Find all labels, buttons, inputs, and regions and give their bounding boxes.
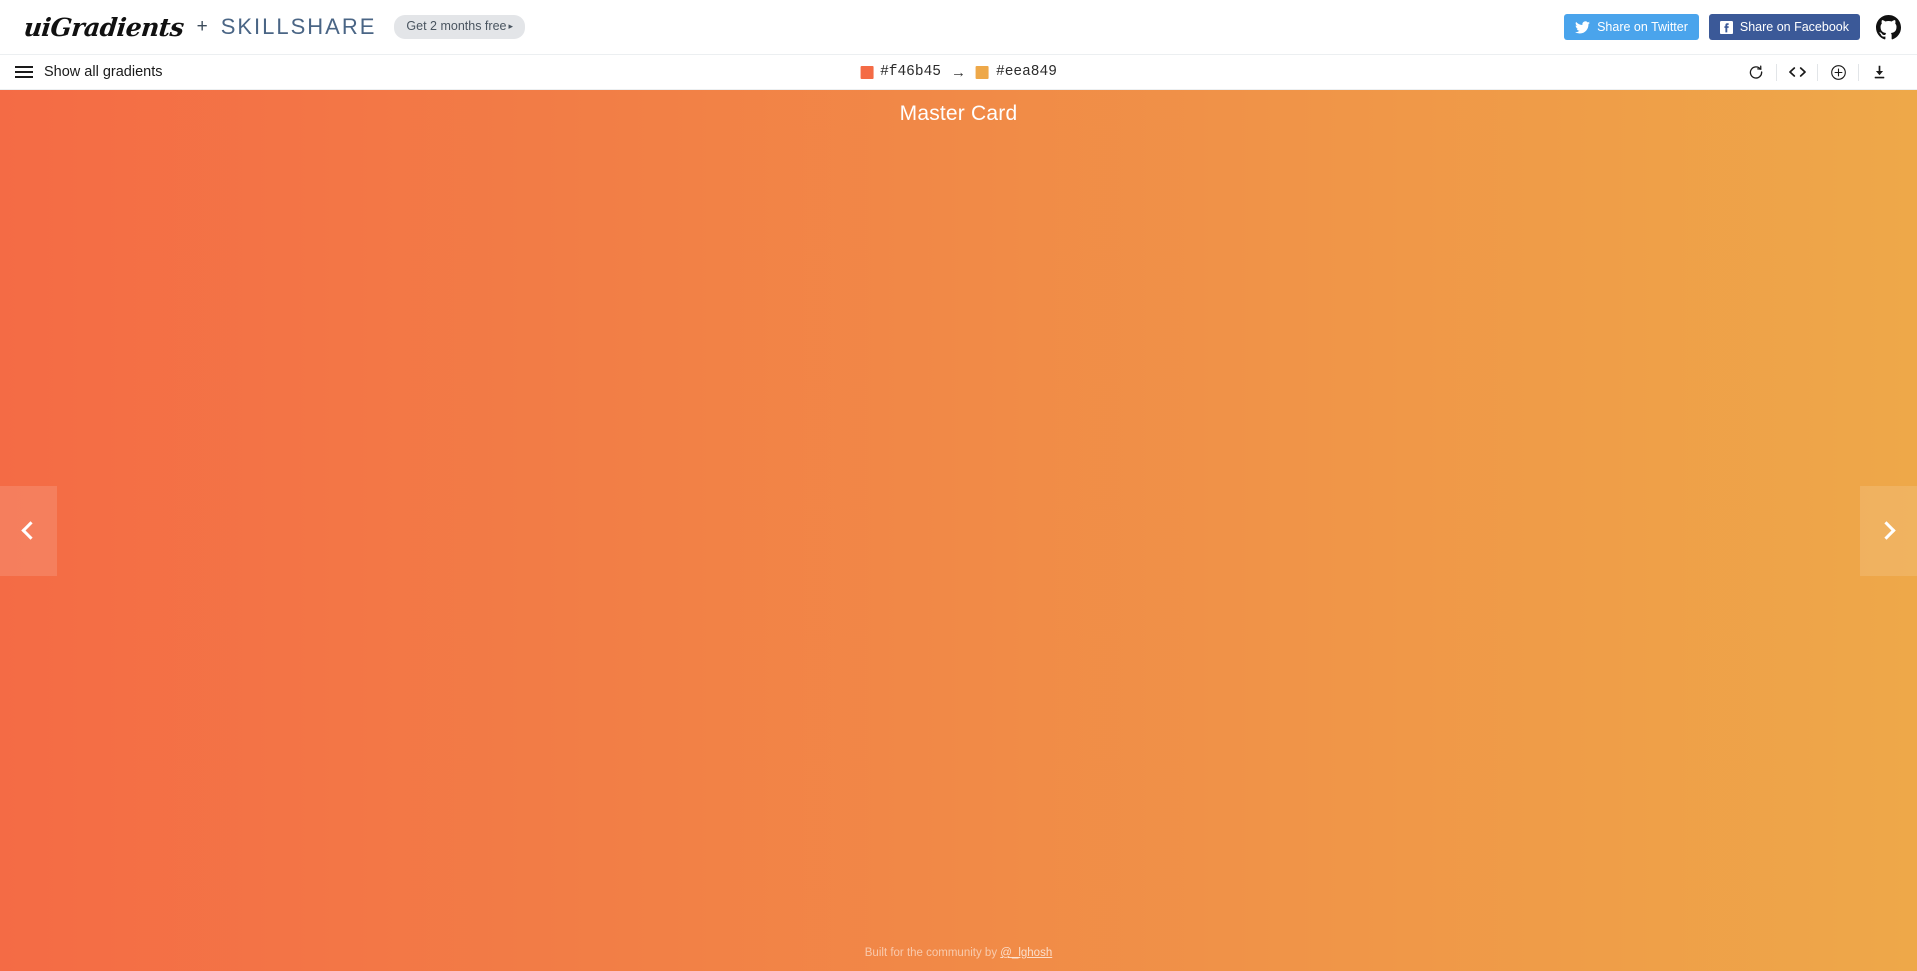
color-stop-start[interactable]: #f46b45 [860,64,941,80]
skillshare-partner-label[interactable]: SKILLSHARE [221,14,377,40]
share-on-facebook-button[interactable]: Share on Facebook [1708,14,1860,40]
color-swatch-end [976,65,989,79]
previous-gradient-button[interactable] [0,90,57,971]
top-navigation-bar: uiGradients + SKILLSHARE Get 2 months fr… [0,0,1917,54]
gradient-name-title: Master Card [899,102,1018,125]
gradient-preview-stage: Master Card Built for the community by @… [0,90,1917,971]
twitter-icon [1575,20,1591,34]
toolbar-actions [1736,54,1917,90]
top-nav-actions: Share on Twitter Share on Facebook [1564,14,1901,40]
footer-credit-text: Built for the community by [864,947,1001,959]
get-css-code-button[interactable] [1777,54,1817,90]
github-icon[interactable] [1876,14,1901,40]
footer-credit: Built for the community by @_lghosh [0,947,1917,959]
color-swatch-start [860,65,874,79]
author-handle-link[interactable]: @_lghosh [1000,947,1052,959]
share-on-twitter-button[interactable]: Share on Twitter [1564,14,1699,40]
show-all-gradients-label: Show all gradients [44,64,163,80]
next-gradient-button[interactable] [1860,90,1917,971]
arrow-icon: → [951,63,966,81]
hamburger-icon [15,66,33,78]
code-icon [1788,65,1807,79]
uigradients-logo[interactable]: uiGradients [22,13,185,42]
share-twitter-label: Share on Twitter [1597,20,1688,34]
color-end-hex: #eea849 [996,64,1057,80]
download-icon [1871,64,1888,81]
promo-badge-label: Get 2 months free [406,19,507,34]
facebook-icon [1719,20,1733,34]
plus-separator: + [196,16,208,37]
rotate-icon [1748,64,1764,80]
brand-group: uiGradients + SKILLSHARE Get 2 months fr… [22,13,526,42]
chevron-right-icon [1860,485,1917,576]
gradient-color-stops: #f46b45 → #eea849 [860,64,1057,81]
promo-caret-icon: ▸ [508,21,514,32]
color-start-hex: #f46b45 [880,64,941,80]
plus-circle-icon [1830,64,1847,81]
gradient-toolbar: Show all gradients #f46b45 → #eea849 [0,54,1917,90]
chevron-left-icon [0,485,57,576]
color-stop-end[interactable]: #eea849 [976,64,1057,80]
download-gradient-button[interactable] [1859,54,1899,90]
show-all-gradients-button[interactable]: Show all gradients [0,64,163,80]
add-gradient-button[interactable] [1818,54,1858,90]
share-facebook-label: Share on Facebook [1739,20,1849,34]
promo-badge[interactable]: Get 2 months free ▸ [394,15,526,39]
rotate-gradient-button[interactable] [1736,54,1776,90]
